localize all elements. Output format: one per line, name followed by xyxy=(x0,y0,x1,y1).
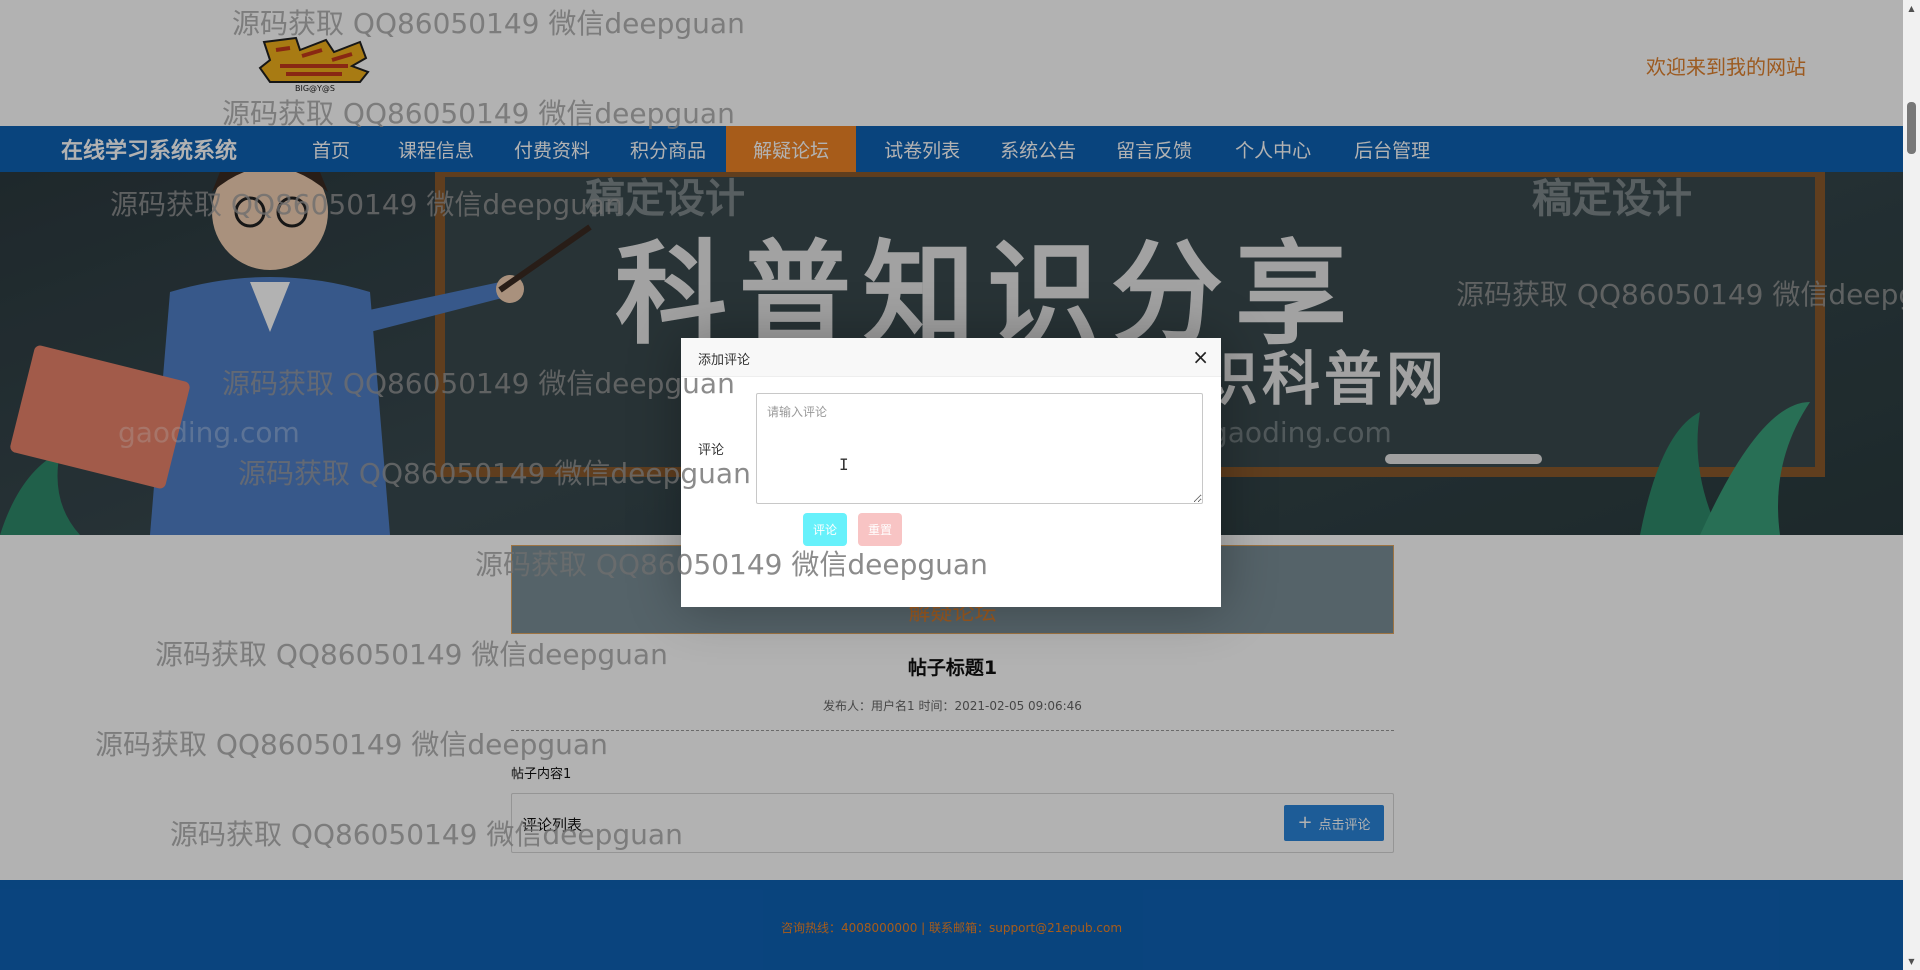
scrollbar-thumb[interactable] xyxy=(1907,102,1916,154)
scroll-up-icon[interactable]: ▲ xyxy=(1903,0,1920,17)
dialog-title: 添加评论 xyxy=(698,353,751,368)
reset-button[interactable]: 重置 xyxy=(858,513,902,546)
comment-field-label: 评论 xyxy=(698,443,725,458)
submit-comment-button[interactable]: 评论 xyxy=(803,513,847,546)
dialog-header: 添加评论 × xyxy=(681,338,1221,377)
comment-textarea[interactable] xyxy=(756,393,1203,504)
close-icon[interactable]: × xyxy=(1192,345,1209,369)
add-comment-dialog: 添加评论 × 评论 I 评论 重置 xyxy=(681,338,1221,607)
page-scrollbar[interactable]: ▲ ▼ xyxy=(1903,0,1920,970)
scroll-down-icon[interactable]: ▼ xyxy=(1903,953,1920,970)
text-cursor-icon: I xyxy=(839,455,849,474)
